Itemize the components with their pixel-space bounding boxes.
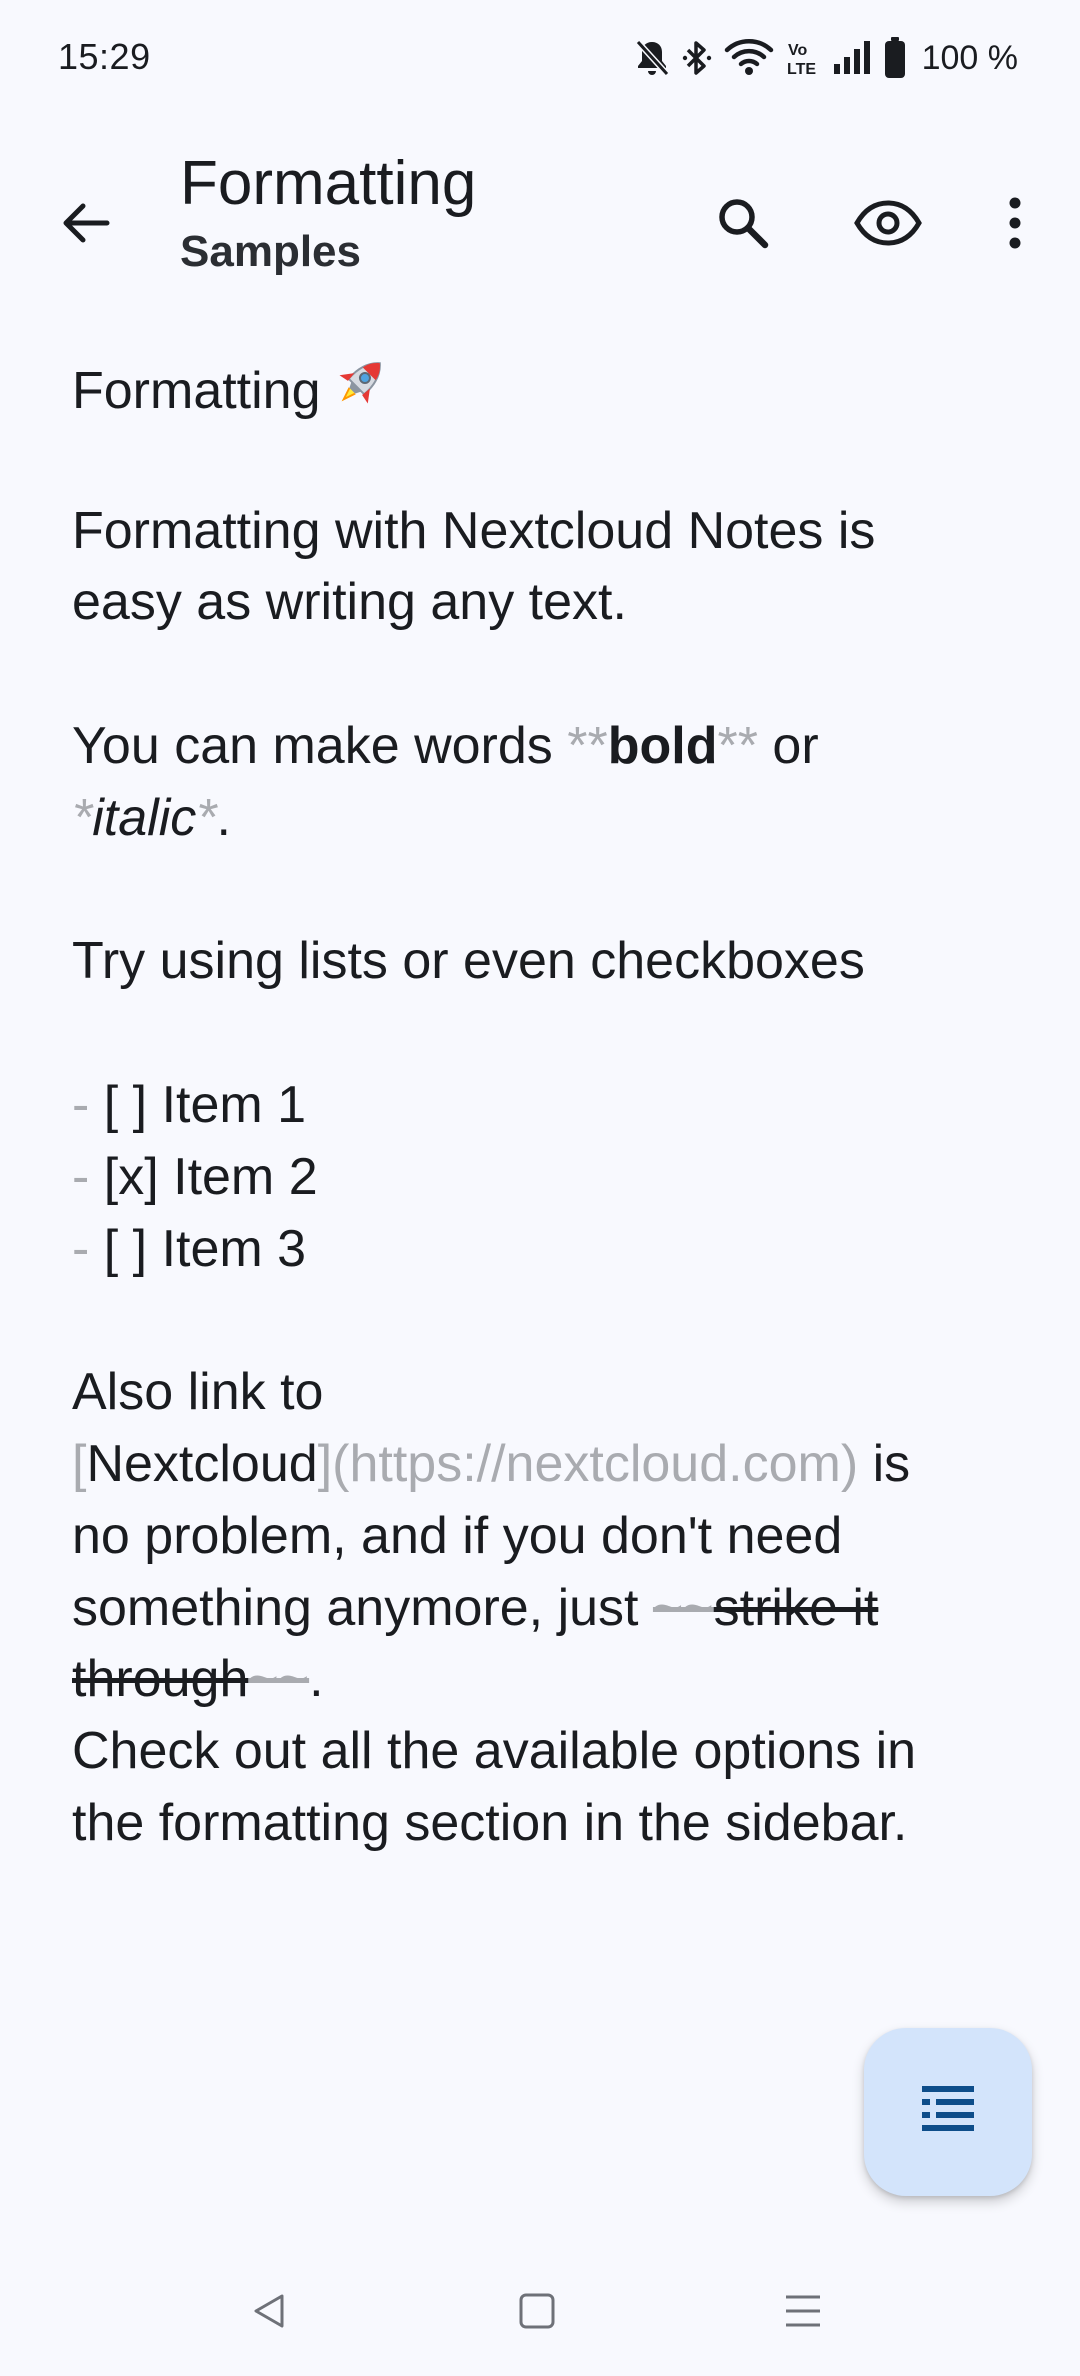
app-bar: Formatting Samples — [0, 118, 1080, 318]
note-line: Formatting with Nextcloud Notes is — [72, 501, 876, 560]
note-line: no problem, and if you don't need — [72, 1506, 843, 1565]
text-run: is — [858, 1434, 911, 1493]
status-icons: Vo LTE 100 % — [634, 36, 1018, 80]
note-line: something anymore, just ~~strike it — [72, 1573, 1012, 1645]
arrow-back-icon — [57, 195, 113, 255]
svg-text:LTE: LTE — [787, 61, 816, 78]
note-line: easy as writing any text. — [72, 573, 627, 632]
text-run: . — [216, 788, 231, 847]
note-heading: Formatting — [72, 352, 1012, 424]
wifi-icon — [724, 38, 774, 78]
italic-marker: * — [72, 788, 93, 847]
list-item-text: [x] Item 2 — [89, 1147, 318, 1206]
svg-text:Vo: Vo — [788, 42, 807, 59]
status-time: 15:29 — [58, 36, 151, 77]
screen: 15:29 Vo LTE 100 % Formatting Samples Fo… — [0, 0, 1080, 2376]
strike-marker: ~~ — [652, 1578, 714, 1637]
strike-marker: ~~ — [248, 1650, 310, 1709]
link-bracket: [ — [72, 1434, 87, 1493]
text-run: . — [309, 1650, 324, 1709]
link-bracket: ] — [317, 1434, 333, 1493]
more-vert-icon — [1005, 195, 1025, 255]
nav-home-button[interactable] — [492, 2268, 582, 2358]
search-icon — [713, 193, 773, 257]
battery-percent: 100 % — [921, 38, 1018, 77]
back-button[interactable] — [40, 180, 130, 270]
signal-icon — [832, 38, 872, 78]
system-nav-bar — [0, 2250, 1080, 2376]
bold-text: bold — [607, 716, 718, 775]
rocket-icon — [329, 352, 391, 434]
note-line: Check out all the available options in — [72, 1722, 917, 1781]
list-item-text: [ ] Item 1 — [89, 1075, 307, 1134]
text-run: or — [757, 716, 819, 775]
more-options-button[interactable] — [970, 180, 1060, 270]
title-block: Formatting Samples — [180, 148, 476, 278]
eye-icon — [853, 198, 923, 252]
note-line: Try using lists or even checkboxes — [72, 932, 865, 991]
list-marker: - — [72, 1075, 90, 1134]
list-marker: - — [72, 1147, 90, 1206]
page-title: Formatting — [180, 149, 477, 218]
note-line: [Nextcloud](https://nextcloud.com) is — [72, 1429, 1012, 1501]
nav-back-icon — [249, 2291, 289, 2335]
italic-marker: * — [196, 788, 217, 847]
heading-text: Formatting — [72, 362, 321, 420]
strike-text: through — [72, 1650, 249, 1709]
bell-off-icon — [634, 38, 670, 78]
text-run: something anymore, just — [72, 1578, 653, 1637]
nav-recents-icon — [783, 2291, 823, 2335]
list-item: - [x] Item 2 — [72, 1142, 1012, 1214]
list-item: - [ ] Item 3 — [72, 1214, 1012, 1286]
preview-button[interactable] — [843, 180, 933, 270]
status-bar: 15:29 Vo LTE 100 % — [0, 0, 1080, 118]
list-item: - [ ] Item 1 — [72, 1070, 1012, 1142]
nav-home-icon — [517, 2291, 557, 2335]
nav-recents-button[interactable] — [758, 2268, 848, 2358]
note-line: *italic*. — [72, 783, 1012, 855]
note-line: through~~. — [72, 1644, 1012, 1716]
nav-back-button[interactable] — [224, 2268, 314, 2358]
note-line: the formatting section in the sidebar. — [72, 1793, 908, 1852]
search-button[interactable] — [698, 180, 788, 270]
link-text[interactable]: Nextcloud — [86, 1435, 317, 1493]
bold-marker: ** — [567, 716, 608, 775]
bluetooth-icon — [682, 38, 712, 78]
list-item-text: [ ] Item 3 — [89, 1219, 307, 1278]
note-line: Also link to — [72, 1363, 324, 1422]
volte-icon: Vo LTE — [786, 38, 820, 78]
bold-marker: ** — [717, 716, 758, 775]
note-editor[interactable]: Formatting Formatting with Nextcloud Not — [72, 352, 1012, 1860]
text-run: You can make words — [72, 716, 568, 775]
category-subtitle: Samples — [180, 227, 361, 276]
list-marker: - — [72, 1219, 90, 1278]
note-line: You can make words **bold** or — [72, 711, 1012, 783]
battery-icon — [884, 37, 906, 79]
italic-text: italic — [92, 788, 197, 847]
format-toc-icon — [920, 2084, 976, 2140]
strike-text: strike it — [713, 1578, 879, 1637]
link-url[interactable]: (https://nextcloud.com) — [332, 1435, 858, 1493]
toc-fab-button[interactable] — [864, 2028, 1032, 2196]
